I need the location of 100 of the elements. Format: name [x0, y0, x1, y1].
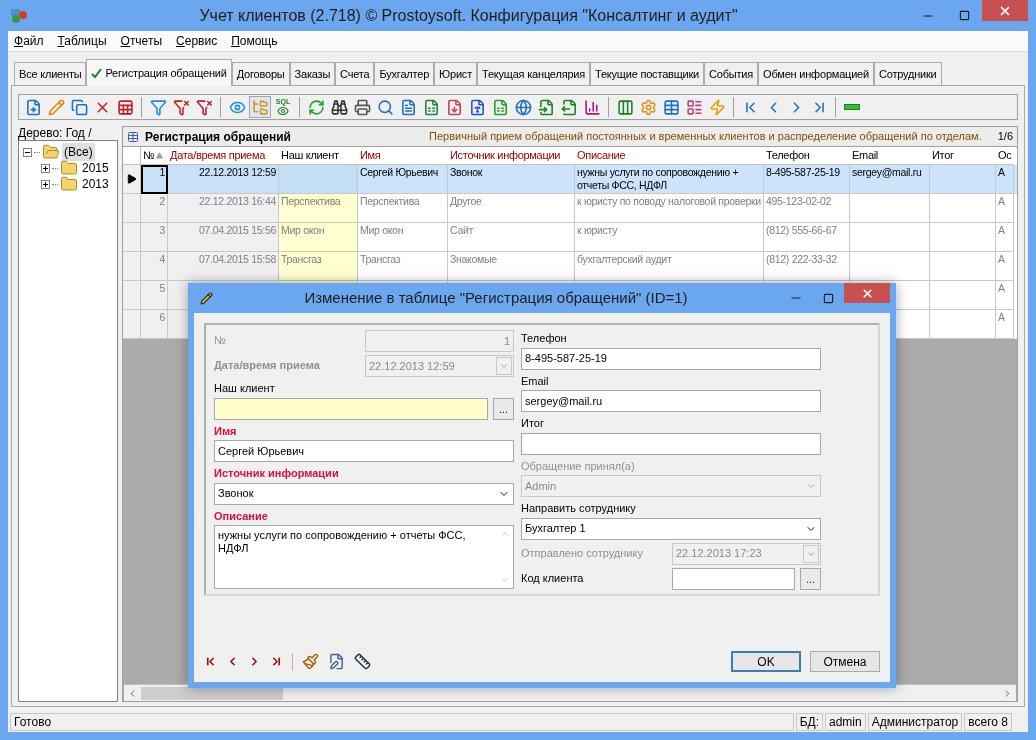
lookup-field[interactable] [672, 567, 795, 590]
dropdown-field[interactable]: Бухгалтер 1 [521, 517, 821, 540]
export-word-icon [468, 98, 486, 116]
tree-line [52, 183, 58, 185]
columns-settings-icon [685, 98, 703, 116]
tab[interactable]: Обмен информацией [758, 62, 874, 85]
table-cell: 5 [141, 281, 168, 310]
field-label: № [214, 333, 227, 348]
table-cell: 3 [141, 223, 168, 252]
tab[interactable]: Сотрудники [874, 62, 942, 85]
grid-row[interactable]: 1 22.12.2013 12:59 Сергей Юрьевич Звонок нужны услуги по сопровождению + отчеты ФСС, НДФЛ 8-495-587-25-19 sergey@mail.ru А [123, 165, 1017, 194]
menu-item[interactable]: Таблицы [57, 32, 107, 50]
maximize-icon[interactable] [959, 10, 970, 21]
folder-icon [60, 159, 78, 177]
tree-item[interactable]: 2015 [80, 159, 111, 177]
table-cell: Трансгаз [358, 252, 448, 281]
table-cell: 07.04.2015 15:56 [168, 223, 279, 252]
menu-item[interactable]: Отчеты [120, 32, 163, 50]
tab[interactable]: Текущие поставщики [590, 62, 705, 85]
tab[interactable]: Текущая канцелярия [477, 62, 590, 85]
text-field[interactable]: sergey@mail.ru [521, 390, 821, 412]
filter-remove-icon [172, 98, 190, 116]
text-field[interactable]: 8-495-587-25-19 [521, 347, 821, 370]
export-text-icon [445, 98, 463, 116]
brush-icon[interactable] [302, 653, 319, 670]
maximize-icon[interactable] [823, 292, 834, 304]
dialog-title: Изменение в таблице "Регистрация обращений" (ID=1) [303, 287, 689, 308]
grid-row[interactable]: 2 22.12.2013 16:44 Перспектива Перспектива Другое к юристу по поводу налоговой проверки 495-123-02-02 А [123, 194, 1017, 223]
text-field[interactable]: Сергей Юрьевич [214, 440, 514, 462]
table-cell: Мир окон [279, 223, 358, 252]
print-icon [353, 98, 371, 116]
table-cell: к юристу [575, 223, 764, 252]
expand-toggle[interactable] [41, 163, 50, 173]
dropdown-field[interactable]: Звонок [214, 482, 514, 505]
dialog-button[interactable]: OK [731, 651, 801, 672]
plus-icon [42, 164, 49, 172]
status-message: Готово [10, 712, 794, 731]
table-cell: Другое [448, 194, 575, 223]
preview-icon [376, 98, 394, 116]
filter-icon [149, 98, 167, 116]
sql-view-icon [277, 104, 289, 117]
tab[interactable]: Регистрация обращений [86, 59, 232, 86]
table-cell: Знакомые [448, 252, 575, 281]
column-header[interactable]: Телефон [764, 147, 850, 165]
menu-item[interactable]: Файл [14, 32, 44, 50]
row-header-corner [123, 147, 141, 165]
field-label: Описание [214, 508, 269, 524]
tab[interactable]: События [704, 62, 759, 85]
word-icon [399, 98, 417, 116]
column-header[interactable]: Источник информации [448, 147, 575, 165]
export-csv-icon [537, 98, 555, 116]
close-button[interactable] [982, 0, 1028, 21]
status-panel: Администратор [867, 712, 963, 731]
tree-item[interactable]: (Все) [62, 143, 95, 161]
lookup-button[interactable]: ... [800, 567, 821, 590]
menu-item[interactable]: Сервис [176, 32, 218, 50]
ruler-icon[interactable] [354, 653, 371, 670]
export-txt-icon [560, 98, 578, 116]
table-cell: А [996, 194, 1014, 223]
table-cell: 22.12.2013 16:44 [168, 194, 279, 223]
table-cell: Трансгаз [279, 252, 358, 281]
table-cell: Мир окон [358, 223, 448, 252]
expand-toggle[interactable] [41, 179, 50, 189]
export-html-icon [514, 98, 532, 116]
refresh-icon [307, 98, 325, 116]
table-cell: Звонок [448, 165, 575, 194]
pencil-icon [47, 98, 65, 116]
lookup-button[interactable]: ... [493, 397, 514, 420]
export-excel-icon [491, 98, 509, 116]
grid-row[interactable]: 3 07.04.2015 15:56 Мир окон Мир окон Сайт к юристу (812) 555-66-67 А [123, 223, 1017, 252]
tab[interactable]: Юрист [434, 62, 477, 85]
edit-form-icon[interactable] [328, 653, 345, 670]
tab[interactable]: Все клиенты [14, 62, 87, 85]
close-icon [860, 286, 874, 300]
minus-icon [844, 104, 860, 110]
last-record-icon[interactable] [270, 655, 283, 668]
binoculars-icon [330, 98, 348, 116]
tree-item[interactable]: 2013 [80, 175, 111, 193]
collapse-toggle[interactable] [23, 147, 32, 157]
tab[interactable]: Заказы [289, 62, 336, 85]
dialog-button[interactable]: Отмена [810, 651, 880, 672]
tab[interactable]: Счета [335, 62, 375, 85]
grid-row[interactable]: 4 07.04.2015 15:58 Трансгаз Трансгаз Знакомые бухгалтерский аудит (812) 222-33-32 А [123, 252, 1017, 281]
field-label: Код клиента [521, 570, 585, 586]
table-settings-icon [662, 98, 680, 116]
memo-field[interactable]: нужны услуги по сопровождению + отчеты ФСС, НДФЛ [214, 525, 514, 589]
first-record-icon[interactable] [204, 655, 217, 668]
text-field[interactable] [521, 432, 821, 455]
table-cell: 8-495-587-25-19 [764, 165, 850, 194]
scroll-up-icon [499, 529, 510, 539]
tree-icon [251, 98, 269, 116]
lookup-field[interactable] [214, 397, 488, 420]
menu-item[interactable]: Помощь [231, 32, 278, 50]
record-position: 1/6 [997, 129, 1013, 145]
close-button[interactable] [844, 283, 890, 303]
folder-icon [60, 175, 78, 193]
row-indicator[interactable] [123, 165, 141, 194]
status-panel: admin [825, 712, 866, 731]
tab[interactable]: Бухгалтер [374, 62, 435, 85]
tab[interactable]: Договоры [231, 62, 290, 85]
